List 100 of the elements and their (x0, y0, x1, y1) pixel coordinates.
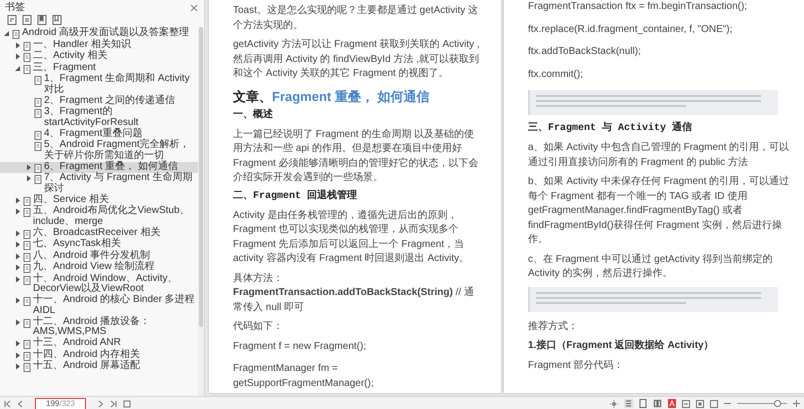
bookmark-item[interactable]: 十五、Android 屏幕适配 (0, 361, 198, 372)
pdf-file-icon[interactable] (668, 399, 676, 408)
bookmark-page-icon (34, 130, 42, 140)
paragraph: a、如果 Activity 中包含自己管理的 Fragment 的引用，可以通过引用直接访问所有的 Fragment 的 public 方法 (528, 141, 790, 170)
last-page-icon[interactable] (110, 400, 117, 408)
expand-arrow-icon[interactable] (14, 208, 21, 215)
bookmark-outline-icon[interactable] (52, 15, 62, 25)
expand-arrow-icon[interactable] (14, 42, 21, 48)
bookmark-page-icon (23, 252, 31, 262)
bookmark-item[interactable]: 6、Fragment 重叠， 如何通信 (0, 162, 198, 172)
expand-arrow-icon[interactable] (14, 53, 21, 60)
collapse-arrow-icon[interactable] (14, 64, 21, 72)
expand-arrow-icon[interactable] (14, 196, 21, 204)
bookmark-page-icon (23, 208, 31, 217)
paragraph: c、在 Fragment 中可以通过 getActivity 得到当前绑定的 Activity 的实例，然后进行操作。 (528, 252, 774, 281)
paragraph: b、如果 Activity 中未保存任何 Fragment 的引用，可以通过每个 Fragment 都有一个唯一的 TAG 或者 ID 使用 getFragmentManager.findFragmentByTag() 或者 findFragmentById()获得任何 Fragment 实例，然后进行操作。 (528, 175, 790, 247)
bookmark-item[interactable]: 二、Activity 相关 (0, 51, 198, 62)
paragraph: 具体方法：FragmentTransaction.addToBackStack(String) // 通常传入 null 即可 (233, 272, 475, 314)
bookmark-page-icon (23, 340, 31, 349)
bookmark-page-icon (34, 175, 42, 184)
bookmark-item[interactable]: 八、Android 事件分发机制 (0, 250, 198, 262)
subsection-heading: 二、Fragment 回退栈管理 (233, 190, 358, 202)
bookmark-page-icon (23, 64, 31, 74)
code-line: Fragment f = new Fragment(); (233, 340, 368, 354)
code-line: FragmentTransaction ftx = fm.beginTransaction(); (528, 0, 748, 14)
bookmark-page-icon (34, 142, 42, 151)
paragraph: Toast。这是怎么实现的呢？主要都是通过 getActivity 这个方法实现的。 (233, 4, 480, 32)
bookmark-item[interactable]: 2、Fragment 之间的传递通信 (0, 96, 198, 106)
zoom-slider[interactable] (737, 399, 787, 408)
bookmark-item[interactable]: 一、Handler 相关知识 (0, 40, 198, 50)
bookmark-item[interactable]: 5、Android Fragment完全解析，关于碎片你所需知道的一切 (0, 140, 198, 161)
next-page-icon[interactable] (98, 400, 104, 408)
bookmark-item[interactable]: 十二、Android 播放设备：AMS,WMS,PMS (0, 316, 198, 338)
expand-arrow-icon[interactable] (25, 175, 32, 182)
bookmark-page-icon (34, 76, 42, 85)
close-icon[interactable] (190, 4, 198, 12)
bold-heading: 1.接口（Fragment 返回数据给 Activity） (528, 339, 715, 353)
expand-arrow-icon[interactable] (14, 340, 21, 347)
section-heading: 文章、Fragment 重叠， 如何通信 (233, 88, 430, 104)
bookmark-item[interactable]: 六、BroadcastReceiver 相关 (0, 228, 198, 238)
zoom-out-icon[interactable] (724, 400, 731, 407)
scrollbar[interactable] (198, 27, 204, 396)
bookmark-item[interactable]: 7、Activity 与 Fragment 生命周期探讨 (0, 173, 198, 194)
expand-arrow-icon[interactable] (14, 241, 21, 248)
bookmark-page-icon (23, 297, 31, 306)
bookmark-page-icon (23, 276, 31, 284)
sidebar-title: 书签 (5, 2, 25, 13)
expand-arrow-icon[interactable] (14, 363, 21, 370)
bookmark-item[interactable]: 五、Android布局优化之ViewStub、include、merge (0, 206, 198, 227)
bookmark-page-icon (34, 109, 42, 118)
expand-arrow-icon[interactable] (14, 264, 21, 271)
expand-arrow-icon[interactable] (14, 252, 21, 260)
subsection-heading: 三、Fragment 与 Activity 通信 (528, 123, 694, 135)
expand-arrow-icon[interactable] (25, 164, 32, 170)
bookmark-page-icon (23, 53, 31, 62)
bookmark-item[interactable]: 四、Service 相关 (0, 194, 198, 206)
code-line: ftx.addToBackStack(null); (528, 45, 642, 59)
bookmark-item[interactable]: 十三、Android ANR (0, 338, 198, 349)
previous-page-icon[interactable] (17, 400, 23, 408)
expand-arrow-icon[interactable] (14, 276, 21, 282)
zoom-in-icon[interactable] (793, 400, 800, 407)
bookmark-item[interactable]: 4、Fragment重叠问题 (0, 128, 198, 140)
bookmark-item[interactable]: 十、Android Window、Activity、DecorView以及ViewRoot (0, 274, 198, 294)
paragraph: getActivity 方法可以让 Fragment 获取到关联的 Activity ,然后再调用 Activity 的 findViewById 方法 ,就可以获取到和这个 Activity 关联的其它 Fragment 的视图了。 (233, 38, 481, 81)
bookmark-page-icon (23, 363, 31, 372)
bookmark-page-icon (23, 230, 31, 238)
single-page-icon[interactable] (624, 399, 633, 408)
document-lines-icon[interactable] (22, 15, 32, 25)
bookmark-item[interactable]: 十四、Android 内存相关 (0, 350, 198, 360)
code-line: FragmentManager fm = getSupportFragmentManager(); (233, 362, 375, 390)
two-page-icon[interactable] (653, 399, 662, 408)
expand-arrow-icon[interactable] (14, 230, 21, 236)
bookmark-item[interactable]: 三、Fragment (0, 62, 198, 74)
bookmark-page-icon (23, 352, 31, 360)
fit-width-icon[interactable] (682, 400, 690, 408)
bookmark-item[interactable]: 九、Android View 绘制流程 (0, 262, 198, 273)
bookmark-item[interactable]: 3、Fragment的startActivityForResult (0, 107, 198, 128)
bookmark-icon[interactable] (37, 15, 47, 25)
expand-arrow-icon[interactable] (14, 297, 21, 304)
paragraph: 代码如下： (233, 320, 284, 334)
collapse-arrow-icon[interactable] (3, 30, 10, 37)
bookmark-item[interactable]: Android 高级开发面试题以及答案整理 (0, 28, 198, 39)
paragraph: 推荐方式： (528, 320, 579, 334)
bookmark-page-icon (23, 196, 31, 206)
page-number-field[interactable]: 199/323 (35, 398, 86, 409)
bookmark-page-icon (34, 164, 42, 172)
bookmark-page-icon (12, 30, 20, 39)
expand-arrow-icon[interactable] (14, 352, 21, 358)
continuous-page-icon[interactable] (639, 399, 647, 408)
brightness-icon[interactable] (610, 400, 618, 408)
first-page-icon[interactable] (4, 400, 11, 408)
expand-arrow-icon[interactable] (14, 318, 21, 326)
paragraph: 上一篇已经说明了 Fragment 的生命周期 以及基础的使用方法和一些 api 的作用。但是想要在项目中使用好 Fragment 必须能够清晰明白的管理好它的状态，以下会介绍实际开发会遇到的一些场景。 (233, 128, 480, 185)
code-line: ftx.commit(); (528, 68, 584, 82)
bookmark-item[interactable]: 1、Fragment 生命周期和 Activity 对比 (0, 74, 198, 95)
bookmark-item[interactable]: 十一、Android 的核心 Binder 多进程 AIDL (0, 295, 198, 316)
actual-size-icon[interactable] (710, 400, 718, 408)
fit-page-icon[interactable] (696, 400, 704, 408)
bookmark-item[interactable]: 七、AsyncTask相关 (0, 239, 198, 250)
document-icon[interactable] (7, 15, 17, 25)
